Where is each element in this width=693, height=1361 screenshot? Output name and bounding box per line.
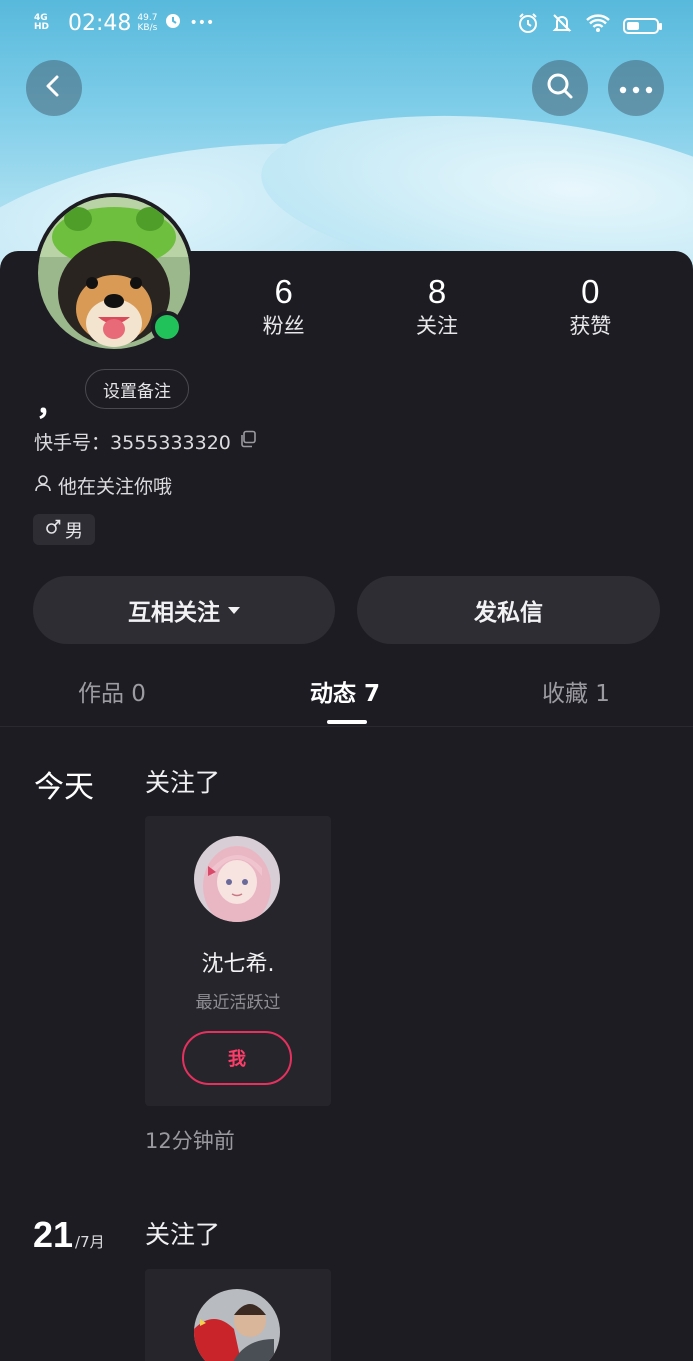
set-remark-button[interactable]: 设置备注 (85, 369, 189, 409)
more-button[interactable] (608, 60, 664, 116)
stat-value: 0 (581, 273, 600, 310)
feed-date-today: 今天 (34, 770, 94, 805)
stat-label: 关注 (415, 314, 458, 338)
send-message-button[interactable]: 发私信 (357, 576, 660, 644)
alarm-clock-icon (517, 12, 539, 40)
feed-date-month: /7月 (75, 1233, 105, 1251)
alarm-icon (163, 10, 183, 36)
stat-value: 6 (274, 273, 293, 310)
network-speed: 49.7 KB/s (137, 13, 157, 33)
status-bar: 4G HD 02:48 49.7 KB/s ••• (0, 0, 693, 48)
profile-stats: 6 粉丝 8 关注 0 获赞 (207, 272, 667, 340)
battery-icon (623, 18, 662, 34)
follows-you-text: 他在关注你哦 (58, 476, 173, 498)
user-id-value: 3555333320 (110, 432, 231, 454)
network-speed-unit: KB/s (137, 23, 158, 33)
person-icon (34, 474, 52, 497)
stat-following[interactable]: 8 关注 (360, 272, 513, 340)
followed-user-activity: 最近活跃过 (195, 993, 281, 1013)
mute-bell-icon (551, 12, 573, 40)
stat-likes[interactable]: 0 获赞 (514, 272, 667, 340)
followed-user-card[interactable]: 沈七希. 最近活跃过 我 (145, 816, 331, 1106)
search-button[interactable] (532, 60, 588, 116)
status-time: 02:48 (68, 10, 132, 36)
user-id-label: 快手号： (34, 432, 111, 454)
followed-user-avatar[interactable] (194, 836, 280, 922)
profile-tabs: 作品 0 动态 7 收藏 1 (0, 666, 693, 727)
feed-action-text: 关注了 (145, 768, 221, 797)
tab-works[interactable]: 作品 0 (78, 674, 146, 708)
stat-fans[interactable]: 6 粉丝 (207, 272, 360, 340)
feed-action-text: 关注了 (145, 1220, 221, 1249)
follows-you-line: 他在关注你哦 (34, 472, 172, 499)
profile-sheet (0, 251, 693, 1361)
profile-screen: { "status_bar": { "network": "4G HD", "t… (0, 0, 693, 1361)
send-message-label: 发私信 (474, 600, 543, 626)
profile-nickname: ， (36, 388, 66, 423)
feed-date: 21 /7月 (33, 1214, 105, 1256)
mutual-follow-button[interactable]: 互相关注 (33, 576, 335, 644)
male-icon (45, 519, 61, 540)
user-id-line: 快手号：3555333320 (34, 428, 257, 455)
mutual-follow-label: 互相关注 (128, 600, 220, 626)
tab-moments[interactable]: 动态 7 (310, 674, 380, 708)
followed-user-button[interactable]: 我 (182, 1031, 292, 1085)
back-button[interactable] (26, 60, 82, 116)
gender-tag: 男 (33, 514, 95, 545)
followed-user-avatar[interactable] (194, 1289, 280, 1361)
stat-label: 获赞 (569, 314, 612, 338)
followed-user-name[interactable]: 沈七希. (145, 946, 331, 978)
stat-label: 粉丝 (262, 314, 305, 338)
copy-icon[interactable] (239, 430, 257, 453)
active-tab-indicator (327, 720, 367, 724)
network-speed-value: 49.7 (137, 13, 158, 23)
followed-user-card[interactable] (145, 1269, 331, 1361)
gender-text: 男 (65, 520, 83, 542)
search-icon (545, 71, 575, 105)
online-status-dot (151, 311, 183, 343)
network-indicator: 4G HD (34, 13, 50, 32)
tab-favorites[interactable]: 收藏 1 (542, 674, 610, 708)
caret-down-icon (228, 606, 240, 614)
back-icon (41, 73, 67, 103)
feed-time-ago: 12分钟前 (145, 1129, 235, 1153)
stat-value: 8 (427, 273, 447, 310)
status-more: ••• (189, 15, 215, 31)
wifi-icon (585, 13, 611, 39)
more-icon (619, 79, 653, 98)
feed-date-day: 21 (33, 1214, 74, 1255)
user-id-text: 快手号：3555333320 (34, 428, 231, 455)
